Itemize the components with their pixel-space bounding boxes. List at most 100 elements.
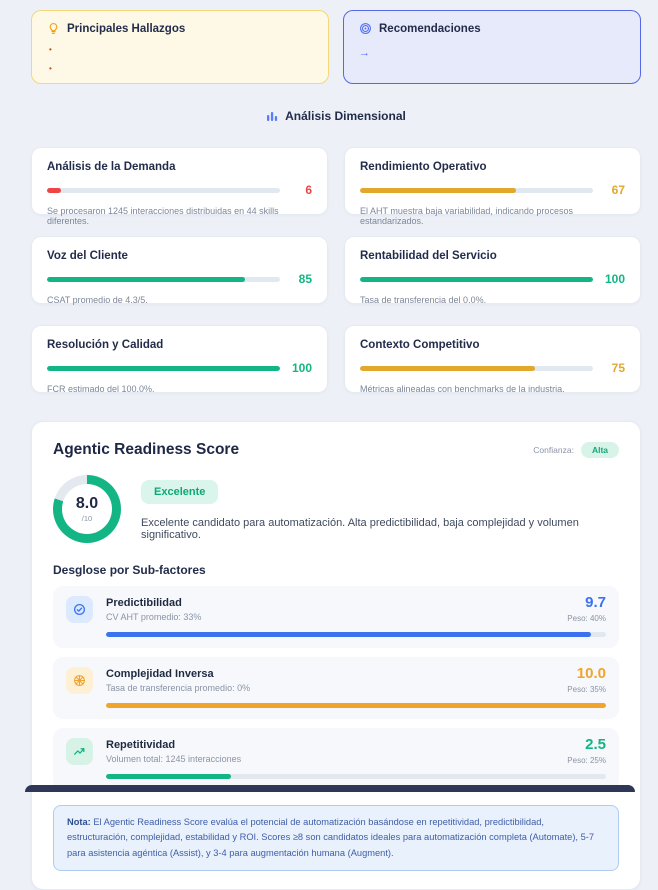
dimension-description: FCR estimado del 100.0%. bbox=[47, 384, 312, 394]
wheel-icon bbox=[73, 674, 86, 687]
progress-track bbox=[106, 774, 606, 779]
subfactors-title: Desglose por Sub-factores bbox=[53, 563, 619, 577]
subfactor-text: Repetitividad Volumen total: 1245 intera… bbox=[106, 739, 554, 764]
dimension-title: Rentabilidad del Servicio bbox=[360, 250, 625, 262]
trend-up-icon bbox=[73, 745, 86, 758]
dimension-title: Resolución y Calidad bbox=[47, 339, 312, 351]
gauge-row: 8.0 /10 Excelente Excelente candidato pa… bbox=[53, 475, 619, 543]
readiness-gauge: 8.0 /10 bbox=[53, 475, 121, 543]
subfactor-main: Complejidad Inversa Tasa de transferenci… bbox=[66, 666, 606, 694]
section-title: Análisis Dimensional bbox=[285, 109, 406, 123]
progress-fill bbox=[106, 632, 591, 637]
confidence-wrap: Confianza: Alta bbox=[533, 442, 619, 458]
dimension-title: Análisis de la Demanda bbox=[47, 161, 312, 173]
dimension-title: Rendimiento Operativo bbox=[360, 161, 625, 173]
confidence-label: Confianza: bbox=[533, 445, 574, 455]
summary-row: Principales Hallazgos • • Recomendacione… bbox=[31, 10, 641, 84]
gauge-score: 8.0 bbox=[76, 496, 98, 512]
subfactor-name: Repetitividad bbox=[106, 739, 554, 751]
next-section-top-edge bbox=[25, 785, 635, 792]
gauge-center: 8.0 /10 bbox=[62, 484, 112, 534]
subfactor-score-wrap: 2.5 Peso: 25% bbox=[567, 737, 606, 765]
finding-bullet: • bbox=[49, 65, 313, 73]
progress-track bbox=[106, 703, 606, 708]
progress-fill bbox=[47, 366, 280, 371]
subfactor-icon-box bbox=[66, 596, 93, 623]
subfactor-text: Complejidad Inversa Tasa de transferenci… bbox=[106, 668, 554, 693]
progress-fill bbox=[106, 703, 606, 708]
dimension-score: 75 bbox=[603, 361, 625, 375]
progress-track bbox=[106, 632, 606, 637]
check-circle-icon bbox=[73, 603, 86, 616]
subfactor-weight: Peso: 25% bbox=[567, 756, 606, 765]
dimension-description: Métricas alineadas con benchmarks de la … bbox=[360, 384, 625, 394]
dimension-bar-row: 75 bbox=[360, 361, 625, 375]
dimension-description: CSAT promedio de 4.3/5. bbox=[47, 295, 312, 305]
findings-header: Principales Hallazgos bbox=[47, 22, 313, 35]
recommendations-card: Recomendaciones → bbox=[343, 10, 641, 84]
dimension-score: 6 bbox=[290, 183, 312, 197]
dimension-title: Contexto Competitivo bbox=[360, 339, 625, 351]
bar-chart-icon bbox=[266, 110, 278, 122]
dimension-card-rendimiento: Rendimiento Operativo 67 El AHT muestra … bbox=[344, 147, 641, 215]
subfactor-icon-box bbox=[66, 667, 93, 694]
recommendations-header: Recomendaciones bbox=[359, 22, 625, 35]
dimension-bar-row: 100 bbox=[360, 272, 625, 286]
subfactor-main: Predictibilidad CV AHT promedio: 33% 9.7… bbox=[66, 595, 606, 623]
confidence-badge: Alta bbox=[581, 442, 619, 458]
progress-track bbox=[360, 366, 593, 371]
dimension-bar-row: 100 bbox=[47, 361, 312, 375]
subfactor-weight: Peso: 40% bbox=[567, 614, 606, 623]
dimension-description: Tasa de transferencia del 0.0%. bbox=[360, 295, 625, 305]
subfactor-score: 10.0 bbox=[567, 666, 606, 681]
dimension-description: El AHT muestra baja variabilidad, indica… bbox=[360, 206, 625, 226]
findings-card: Principales Hallazgos • • bbox=[31, 10, 329, 84]
subfactor-text: Predictibilidad CV AHT promedio: 33% bbox=[106, 597, 554, 622]
subfactor-predictibilidad: Predictibilidad CV AHT promedio: 33% 9.7… bbox=[53, 586, 619, 648]
subfactor-score: 2.5 bbox=[567, 737, 606, 752]
note-text: El Agentic Readiness Score evalúa el pot… bbox=[67, 817, 594, 858]
agentic-header: Agentic Readiness Score Confianza: Alta bbox=[53, 441, 619, 459]
level-badge: Excelente bbox=[141, 480, 218, 504]
subfactor-complejidad: Complejidad Inversa Tasa de transferenci… bbox=[53, 657, 619, 719]
dimension-card-contexto: Contexto Competitivo 75 Métricas alinead… bbox=[344, 325, 641, 393]
progress-fill bbox=[47, 277, 245, 282]
subfactor-weight: Peso: 35% bbox=[567, 685, 606, 694]
dimension-card-rentabilidad: Rentabilidad del Servicio 100 Tasa de tr… bbox=[344, 236, 641, 304]
progress-track bbox=[360, 188, 593, 193]
subfactor-detail: CV AHT promedio: 33% bbox=[106, 612, 554, 622]
progress-track bbox=[47, 277, 280, 282]
subfactor-name: Predictibilidad bbox=[106, 597, 554, 609]
finding-bullet: • bbox=[49, 46, 313, 54]
dimension-grid: Análisis de la Demanda 6 Se procesaron 1… bbox=[31, 147, 641, 393]
progress-fill bbox=[47, 188, 61, 193]
agentic-title: Agentic Readiness Score bbox=[53, 441, 239, 459]
progress-track bbox=[47, 366, 280, 371]
progress-track bbox=[47, 188, 280, 193]
dimension-score: 100 bbox=[603, 272, 625, 286]
methodology-note: Nota: El Agentic Readiness Score evalúa … bbox=[53, 805, 619, 871]
dimension-card-demanda: Análisis de la Demanda 6 Se procesaron 1… bbox=[31, 147, 328, 215]
progress-fill bbox=[106, 774, 231, 779]
dimension-bar-row: 85 bbox=[47, 272, 312, 286]
dimension-score: 67 bbox=[603, 183, 625, 197]
dimension-card-resolucion: Resolución y Calidad 100 FCR estimado de… bbox=[31, 325, 328, 393]
gauge-side: Excelente Excelente candidato para autom… bbox=[141, 475, 619, 541]
progress-fill bbox=[360, 188, 516, 193]
progress-fill bbox=[360, 366, 535, 371]
dimension-bar-row: 67 bbox=[360, 183, 625, 197]
subfactor-name: Complejidad Inversa bbox=[106, 668, 554, 680]
subfactor-icon-box bbox=[66, 738, 93, 765]
findings-title: Principales Hallazgos bbox=[67, 23, 185, 35]
subfactor-score-wrap: 10.0 Peso: 35% bbox=[567, 666, 606, 694]
progress-fill bbox=[360, 277, 593, 282]
dimension-description: Se procesaron 1245 interacciones distrib… bbox=[47, 206, 312, 226]
agentic-readiness-card: Agentic Readiness Score Confianza: Alta … bbox=[31, 421, 641, 890]
dimension-title: Voz del Cliente bbox=[47, 250, 312, 262]
dimension-score: 85 bbox=[290, 272, 312, 286]
dimension-card-voz-cliente: Voz del Cliente 85 CSAT promedio de 4.3/… bbox=[31, 236, 328, 304]
target-icon bbox=[359, 22, 372, 35]
subfactor-score: 9.7 bbox=[567, 595, 606, 610]
recommendations-title: Recomendaciones bbox=[379, 23, 481, 35]
lightbulb-icon bbox=[47, 22, 60, 35]
